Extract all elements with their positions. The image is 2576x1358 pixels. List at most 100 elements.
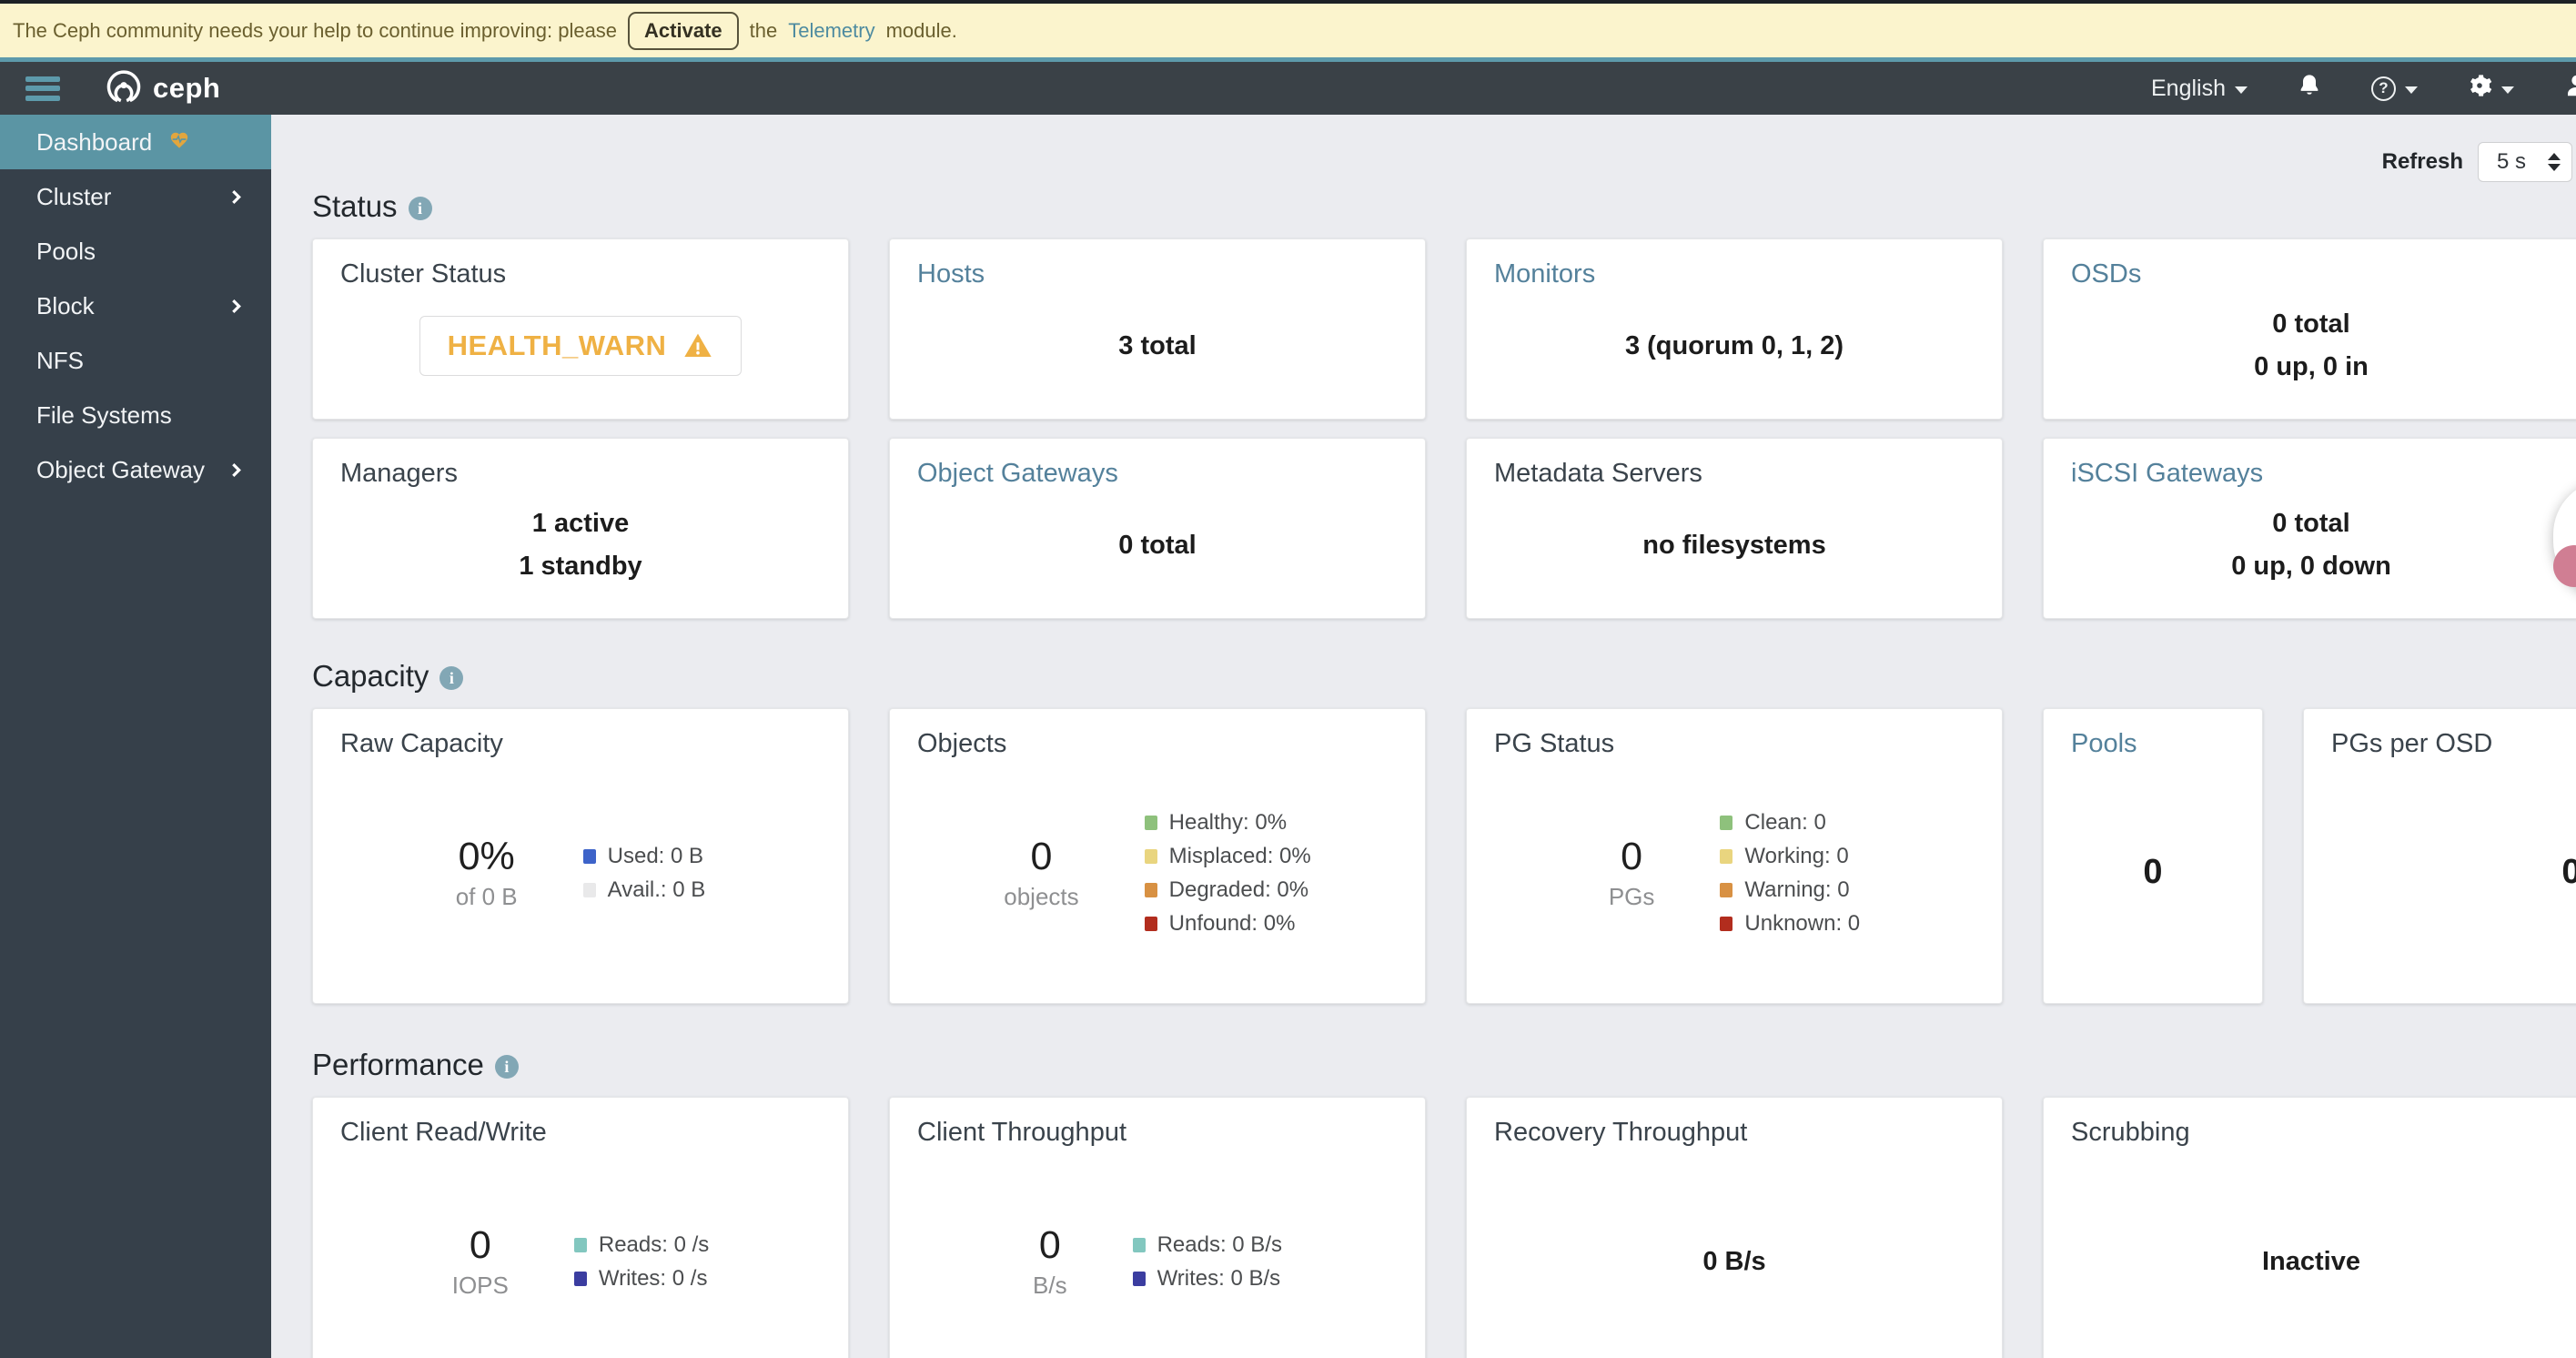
performance-section-heading: Performance i: [312, 1048, 2576, 1082]
sidebar-item-label: File Systems: [36, 400, 172, 429]
sidebar-item-label: NFS: [36, 346, 84, 374]
card-value: 1 active 1 standby: [519, 509, 642, 581]
help-menu[interactable]: ?: [2371, 76, 2418, 101]
warning-icon: [684, 333, 712, 357]
legend-swatch: [1132, 1237, 1146, 1252]
card-title: Scrubbing: [2071, 1118, 2190, 1147]
sidebar: Dashboard Cluster Pools Block NFS File S…: [0, 115, 271, 1358]
legend-swatch: [1720, 848, 1733, 864]
chevron-down-icon: [2501, 86, 2514, 94]
banner-text-after: module.: [885, 18, 957, 42]
card-value: 0 B/s: [1033, 1222, 1067, 1300]
navbar: ceph English ?: [0, 62, 2576, 115]
language-label: English: [2151, 75, 2226, 101]
sidebar-item-nfs[interactable]: NFS: [0, 333, 271, 388]
card-title: Metadata Servers: [1494, 459, 1702, 488]
sidebar-item-dashboard[interactable]: Dashboard: [0, 115, 271, 169]
hamburger-icon[interactable]: [25, 76, 60, 101]
brand-text: ceph: [153, 72, 221, 104]
info-icon[interactable]: i: [439, 666, 464, 690]
settings-menu[interactable]: [2467, 73, 2514, 105]
legend-swatch: [573, 1271, 587, 1286]
legend-swatch: [1720, 882, 1733, 897]
card-title: PG Status: [1494, 729, 1615, 758]
banner-text-before: The Ceph community needs your help to co…: [13, 18, 618, 42]
ceph-brand[interactable]: ceph: [104, 66, 220, 111]
legend-swatch: [1144, 815, 1157, 830]
sidebar-item-file-systems[interactable]: File Systems: [0, 388, 271, 442]
chart-legend: Clean: 0 Working: 0 Warning: 0 Unknown: …: [1720, 810, 1860, 937]
card-raw-capacity: Raw Capacity 0% of 0 B Used: 0 B Avail.:…: [312, 708, 849, 1004]
card-objects: Objects 0 objects Healthy: 0% Misplaced:…: [889, 708, 1426, 1004]
gear-icon: [2467, 73, 2492, 105]
legend-swatch: [1144, 882, 1157, 897]
card-pgs-per-osd: PGs per OSD 0: [2303, 708, 2576, 1004]
chevron-down-icon: [2235, 86, 2248, 94]
card-pg-status: PG Status 0 PGs Clean: 0 Working: 0 Warn…: [1466, 708, 2003, 1004]
card-iscsi-gateways: iSCSI Gateways 0 total 0 up, 0 down: [2043, 438, 2576, 619]
pools-link[interactable]: Pools: [2071, 729, 2235, 759]
language-dropdown[interactable]: English: [2151, 76, 2248, 102]
card-metadata-servers: Metadata Servers no filesystems: [1466, 438, 2003, 619]
hosts-link[interactable]: Hosts: [917, 259, 1398, 289]
card-value: 0% of 0 B: [455, 834, 518, 911]
refresh-control: Refresh 5 s: [312, 142, 2572, 182]
object-gateways-link[interactable]: Object Gateways: [917, 459, 1398, 489]
notifications-button[interactable]: [2297, 73, 2322, 105]
card-value: 0 total: [1118, 530, 1197, 560]
info-icon[interactable]: i: [408, 197, 432, 220]
osds-link[interactable]: OSDs: [2071, 259, 2551, 289]
card-value: 0 PGs: [1608, 834, 1655, 911]
legend-swatch: [1720, 815, 1733, 830]
activate-button[interactable]: Activate: [628, 11, 739, 50]
card-osds: OSDs 0 total 0 up, 0 in: [2043, 238, 2576, 420]
card-value: 0: [2143, 853, 2163, 892]
banner-text-middle: the: [749, 18, 778, 42]
legend-swatch: [582, 848, 596, 864]
health-status-text: HEALTH_WARN: [447, 329, 667, 361]
status-section-heading: Status i: [312, 189, 2576, 224]
select-spinner-icon: [2548, 153, 2561, 171]
card-value: 0 total 0 up, 0 down: [2231, 509, 2391, 581]
legend-swatch: [1132, 1271, 1146, 1286]
card-pools: Pools 0: [2043, 708, 2263, 1004]
card-title: Cluster Status: [340, 259, 507, 289]
card-hosts: Hosts 3 total: [889, 238, 1426, 420]
sidebar-item-label: Block: [36, 291, 95, 319]
sidebar-item-block[interactable]: Block: [0, 279, 271, 333]
card-title: Objects: [917, 729, 1007, 758]
refresh-interval-select[interactable]: 5 s: [2478, 142, 2572, 182]
sidebar-item-object-gateway[interactable]: Object Gateway: [0, 442, 271, 497]
section-title: Status: [312, 189, 398, 223]
sidebar-item-pools[interactable]: Pools: [0, 224, 271, 279]
card-cluster-status: Cluster Status HEALTH_WARN: [312, 238, 849, 420]
bell-icon: [2297, 73, 2322, 105]
card-client-read-write: Client Read/Write 0 IOPS Reads: 0 /s Wri…: [312, 1097, 849, 1358]
legend-swatch: [1720, 916, 1733, 931]
sidebar-item-cluster[interactable]: Cluster: [0, 169, 271, 224]
iscsi-gateways-link[interactable]: iSCSI Gateways: [2071, 459, 2551, 489]
card-managers: Managers 1 active 1 standby: [312, 438, 849, 619]
card-value: 0 B/s: [1702, 1246, 1766, 1276]
telemetry-link[interactable]: Telemetry: [788, 19, 874, 43]
user-menu[interactable]: [2563, 72, 2576, 106]
card-value: no filesystems: [1642, 530, 1826, 560]
chart-legend: Reads: 0 B/s Writes: 0 B/s: [1132, 1232, 1282, 1292]
sidebar-item-label: Cluster: [36, 182, 112, 210]
info-icon[interactable]: i: [494, 1055, 519, 1079]
card-value: 0 total 0 up, 0 in: [2254, 309, 2369, 381]
chart-legend: Used: 0 B Avail.: 0 B: [582, 844, 705, 903]
chevron-right-icon: [232, 462, 241, 477]
user-icon: [2563, 72, 2576, 106]
sidebar-item-label: Pools: [36, 237, 96, 265]
card-value: 0 IOPS: [451, 1222, 509, 1300]
chevron-right-icon: [232, 189, 241, 204]
card-value: 3 (quorum 0, 1, 2): [1624, 330, 1844, 360]
chevron-down-icon: [2405, 86, 2418, 94]
chevron-right-icon: [232, 299, 241, 313]
monitors-link[interactable]: Monitors: [1494, 259, 1975, 289]
health-status-box[interactable]: HEALTH_WARN: [419, 316, 742, 376]
section-title: Capacity: [312, 659, 429, 693]
section-title: Performance: [312, 1048, 484, 1081]
chart-legend: Healthy: 0% Misplaced: 0% Degraded: 0% U…: [1144, 810, 1311, 937]
